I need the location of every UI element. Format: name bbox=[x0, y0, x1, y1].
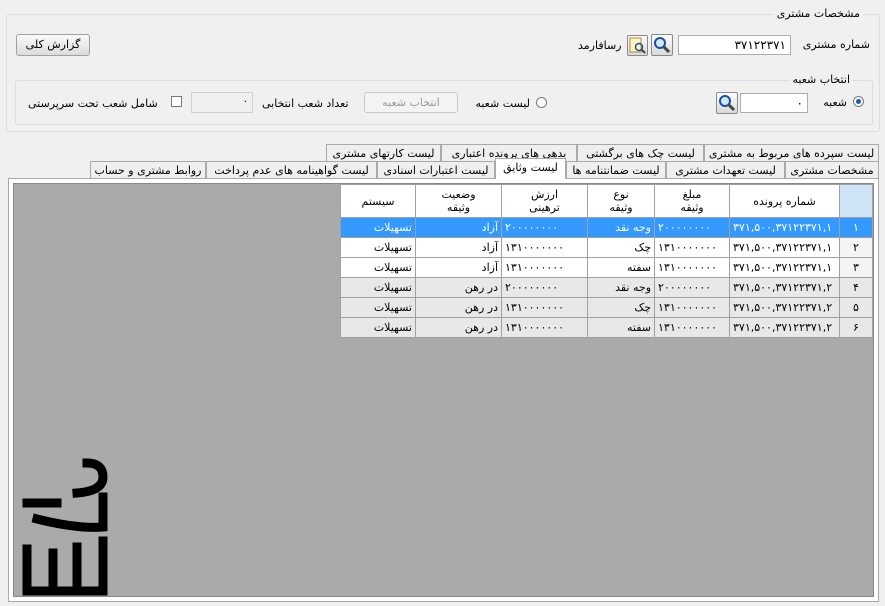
report-search-button[interactable] bbox=[627, 35, 648, 56]
branch-radio-label: شعبه bbox=[823, 96, 847, 109]
amount-cell[interactable]: ۱۳۱۰۰۰۰۰۰۰ bbox=[654, 297, 730, 318]
value-cell[interactable]: ۱۳۱۰۰۰۰۰۰۰ bbox=[501, 257, 588, 278]
row-index-cell[interactable]: ۵ bbox=[839, 297, 873, 318]
selected-branches-count-input: ۰ bbox=[191, 92, 253, 113]
status-cell[interactable]: آزاد bbox=[415, 237, 502, 258]
file-number-cell[interactable]: ۳۷۱,۵۰۰,۳۷۱۲۲۳۷۱,۲ bbox=[729, 297, 840, 318]
header-system[interactable]: سیستم bbox=[340, 184, 416, 218]
status-cell[interactable]: در رهن bbox=[415, 297, 502, 318]
tab-customer-obligations[interactable]: لیست تعهدات مشتری bbox=[666, 161, 785, 179]
system-cell[interactable]: تسهیلات bbox=[340, 217, 416, 238]
branch-radio[interactable] bbox=[853, 96, 864, 107]
type-cell[interactable]: سفته bbox=[587, 257, 655, 278]
search-icon bbox=[654, 37, 671, 54]
table-row[interactable]: ۳ ۳۷۱,۵۰۰,۳۷۱۲۲۳۷۱,۱ ۱۳۱۰۰۰۰۰۰۰ سفته ۱۳۱۰۰۰۰… bbox=[340, 257, 873, 278]
file-number-cell[interactable]: ۳۷۱,۵۰۰,۳۷۱۲۲۳۷۱,۲ bbox=[729, 277, 840, 298]
customer-number-input[interactable]: ۳۷۱۲۲۳۷۱ bbox=[678, 35, 791, 55]
type-cell[interactable]: چک bbox=[587, 237, 655, 258]
table-row[interactable]: ۴ ۳۷۱,۵۰۰,۳۷۱۲۲۳۷۱,۲ ۲۰۰۰۰۰۰۰۰ وجه نقد ۲۰۰۰۰… bbox=[340, 277, 873, 298]
header-file-number[interactable]: شماره پرونده bbox=[729, 184, 840, 218]
corner-header-cell[interactable] bbox=[839, 184, 873, 218]
system-cell[interactable]: تسهیلات bbox=[340, 317, 416, 338]
status-cell[interactable]: در رهن bbox=[415, 317, 502, 338]
table-row[interactable]: ۵ ۳۷۱,۵۰۰,۳۷۱۲۲۳۷۱,۲ ۱۳۱۰۰۰۰۰۰۰ چک ۱۳۱۰۰۰۰۰۰… bbox=[340, 297, 873, 318]
type-cell[interactable]: سفته bbox=[587, 317, 655, 338]
amount-cell[interactable]: ۲۰۰۰۰۰۰۰۰ bbox=[654, 277, 730, 298]
header-amount[interactable]: مبلغ وثیقه bbox=[654, 184, 730, 218]
table-row[interactable]: ۲ ۳۷۱,۵۰۰,۳۷۱۲۲۳۷۱,۱ ۱۳۱۰۰۰۰۰۰۰ چک ۱۳۱۰۰۰۰۰۰… bbox=[340, 237, 873, 258]
amount-cell[interactable]: ۱۳۱۰۰۰۰۰۰۰ bbox=[654, 257, 730, 278]
tab-guarantees[interactable]: لیست ضمانتنامه ها bbox=[566, 161, 666, 179]
watermark-logo bbox=[22, 458, 108, 596]
system-cell[interactable]: تسهیلات bbox=[340, 257, 416, 278]
branch-search-button[interactable] bbox=[716, 92, 738, 114]
type-cell[interactable]: وجه نقد bbox=[587, 277, 655, 298]
include-supervised-label: شامل شعب تحت سرپرستی bbox=[28, 97, 158, 110]
type-cell[interactable]: چک bbox=[587, 297, 655, 318]
tab-returned-checks[interactable]: لیست چک های برگشتی bbox=[577, 144, 704, 162]
tab-customer-info[interactable]: مشخصات مشتری bbox=[785, 161, 879, 179]
branch-input[interactable]: ۰ bbox=[740, 93, 808, 113]
customer-info-title: مشخصات مشتری bbox=[773, 7, 863, 20]
branch-list-radio[interactable] bbox=[536, 97, 547, 108]
status-cell[interactable]: آزاد bbox=[415, 217, 502, 238]
header-type[interactable]: نوع وثیقه bbox=[587, 184, 655, 218]
collaterals-grid: شماره پرونده مبلغ وثیقه نوع وثیقه ارزش ت… bbox=[13, 183, 874, 597]
value-cell[interactable]: ۱۳۱۰۰۰۰۰۰۰ bbox=[501, 317, 588, 338]
tab-letters-of-credit[interactable]: لیست اعتبارات اسنادی bbox=[377, 161, 495, 179]
status-cell[interactable]: آزاد bbox=[415, 257, 502, 278]
tab-customer-account-relations[interactable]: روابط مشتری و حساب bbox=[90, 161, 206, 179]
status-cell[interactable]: در رهن bbox=[415, 277, 502, 298]
row-index-cell[interactable]: ۶ bbox=[839, 317, 873, 338]
amount-cell[interactable]: ۱۳۱۰۰۰۰۰۰۰ bbox=[654, 237, 730, 258]
value-cell[interactable]: ۲۰۰۰۰۰۰۰۰ bbox=[501, 277, 588, 298]
header-status[interactable]: وضعیت وثیقه bbox=[415, 184, 502, 218]
tab-collaterals[interactable]: لیست وثایق bbox=[495, 158, 566, 179]
row-index-cell[interactable]: ۴ bbox=[839, 277, 873, 298]
selected-branches-count-label: تعداد شعب انتخابی bbox=[262, 97, 349, 110]
row-index-cell[interactable]: ۳ bbox=[839, 257, 873, 278]
value-cell[interactable]: ۲۰۰۰۰۰۰۰۰ bbox=[501, 217, 588, 238]
file-number-cell[interactable]: ۳۷۱,۵۰۰,۳۷۱۲۲۳۷۱,۱ bbox=[729, 257, 840, 278]
collaterals-panel: شماره پرونده مبلغ وثیقه نوع وثیقه ارزش ت… bbox=[8, 178, 879, 602]
value-cell[interactable]: ۱۳۱۰۰۰۰۰۰۰ bbox=[501, 237, 588, 258]
system-cell[interactable]: تسهیلات bbox=[340, 237, 416, 258]
branch-selection-title: انتخاب شعبه bbox=[789, 73, 853, 86]
customer-number-label: شماره مشتری bbox=[802, 38, 870, 51]
system-cell[interactable]: تسهیلات bbox=[340, 297, 416, 318]
search-icon bbox=[719, 95, 736, 112]
row-index-cell[interactable]: ۲ bbox=[839, 237, 873, 258]
rasafarmad-label: رسافارمد bbox=[578, 39, 622, 52]
row-index-cell[interactable]: ۱ bbox=[839, 217, 873, 238]
branch-list-radio-label: لیست شعبه bbox=[475, 97, 530, 110]
amount-cell[interactable]: ۱۳۱۰۰۰۰۰۰۰ bbox=[654, 317, 730, 338]
header-value[interactable]: ارزش ترهینی bbox=[501, 184, 588, 218]
table-row[interactable]: ۶ ۳۷۱,۵۰۰,۳۷۱۲۲۳۷۱,۲ ۱۳۱۰۰۰۰۰۰۰ سفته ۱۳۱۰۰۰۰… bbox=[340, 317, 873, 338]
system-cell[interactable]: تسهیلات bbox=[340, 277, 416, 298]
select-branch-button[interactable]: انتخاب شعبه bbox=[364, 92, 458, 113]
collaterals-table: شماره پرونده مبلغ وثیقه نوع وثیقه ارزش ت… bbox=[340, 184, 873, 338]
tab-customer-cards[interactable]: لیست کارتهای مشتری bbox=[326, 144, 441, 162]
file-number-cell[interactable]: ۳۷۱,۵۰۰,۳۷۱۲۲۳۷۱,۱ bbox=[729, 237, 840, 258]
document-search-icon bbox=[629, 37, 646, 54]
amount-cell[interactable]: ۲۰۰۰۰۰۰۰۰ bbox=[654, 217, 730, 238]
file-number-cell[interactable]: ۳۷۱,۵۰۰,۳۷۱۲۲۳۷۱,۲ bbox=[729, 317, 840, 338]
table-header-row: شماره پرونده مبلغ وثیقه نوع وثیقه ارزش ت… bbox=[340, 184, 873, 218]
table-row[interactable]: ۱ ۳۷۱,۵۰۰,۳۷۱۲۲۳۷۱,۱ ۲۰۰۰۰۰۰۰۰ وجه نقد ۲۰۰۰۰… bbox=[340, 217, 873, 238]
full-report-button[interactable]: گزارش کلی bbox=[16, 34, 90, 56]
type-cell[interactable]: وجه نقد bbox=[587, 217, 655, 238]
customer-search-button[interactable] bbox=[651, 34, 673, 56]
value-cell[interactable]: ۱۳۱۰۰۰۰۰۰۰ bbox=[501, 297, 588, 318]
tab-deposits[interactable]: لیست سپرده های مربوط به مشتری bbox=[704, 144, 879, 162]
tab-nonpayment-certificates[interactable]: لیست گواهینامه های عدم پرداخت bbox=[206, 161, 377, 179]
include-supervised-checkbox[interactable] bbox=[171, 96, 182, 107]
file-number-cell[interactable]: ۳۷۱,۵۰۰,۳۷۱۲۲۳۷۱,۱ bbox=[729, 217, 840, 238]
